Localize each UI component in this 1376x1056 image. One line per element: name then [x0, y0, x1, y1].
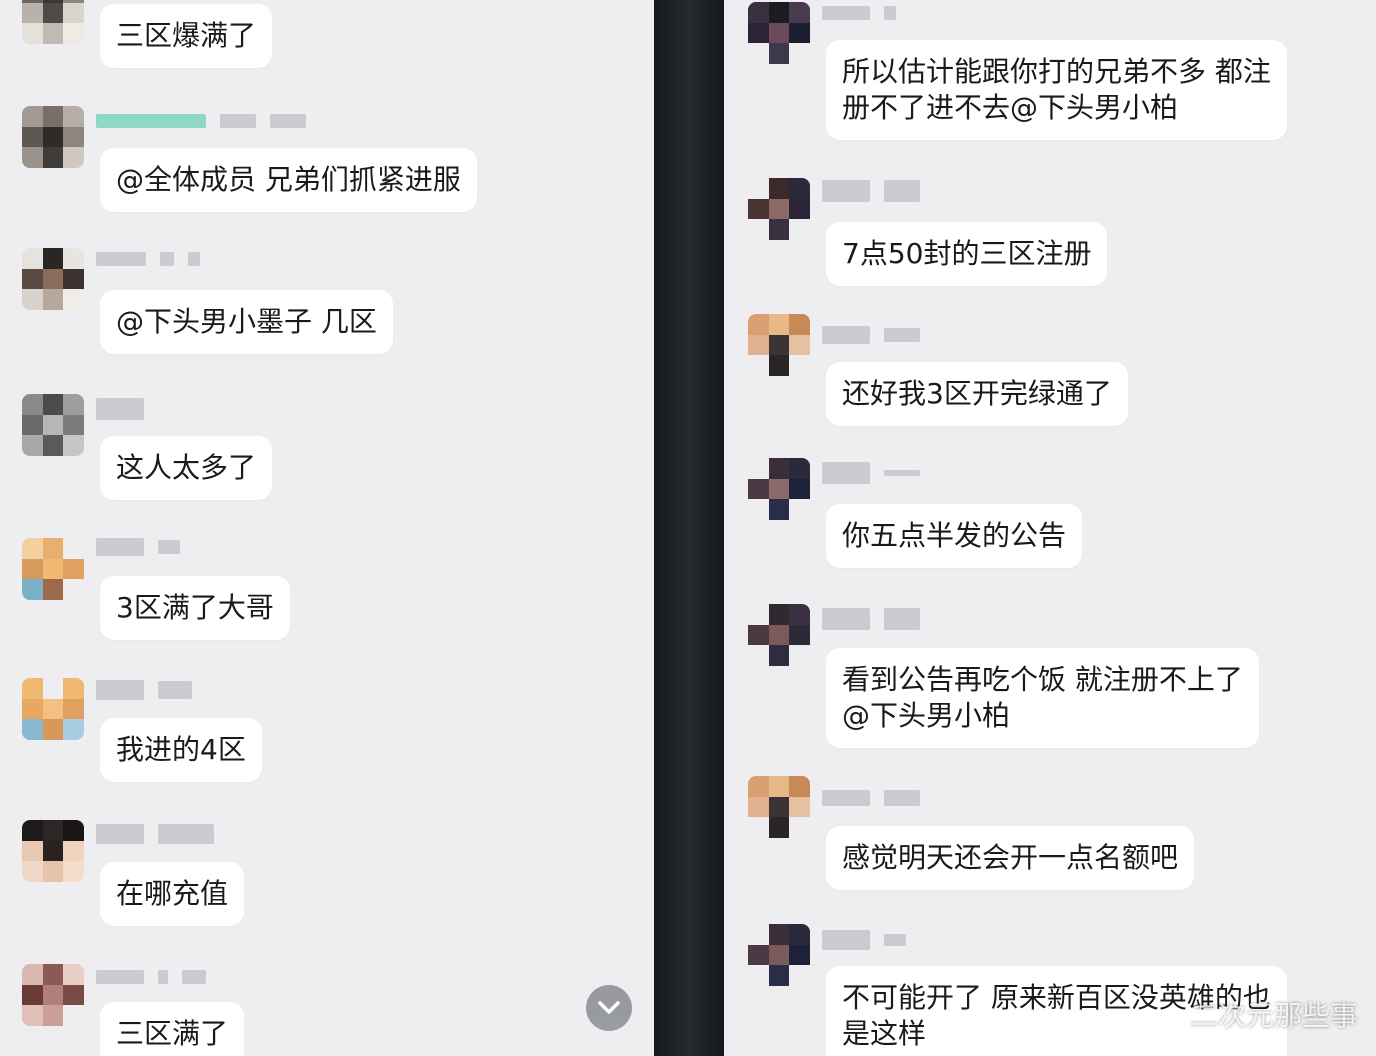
avatar[interactable]	[748, 178, 810, 240]
message-bubble[interactable]: 你五点半发的公告	[826, 504, 1083, 568]
message-bubble[interactable]: @下头男小墨子 几区	[100, 290, 393, 354]
sender-name-blurred	[96, 252, 200, 266]
avatar[interactable]	[22, 538, 84, 600]
avatar[interactable]	[22, 394, 84, 456]
message-bubble[interactable]: 这人太多了	[100, 436, 273, 500]
message-bubble[interactable]: 我进的4区	[100, 718, 262, 782]
message-bubble[interactable]: @全体成员 兄弟们抓紧进服	[100, 148, 477, 212]
message-bubble[interactable]: 所以估计能跟你打的兄弟不多 都注 册不了进不去@下头男小柏	[826, 40, 1287, 140]
screenshot-divider	[654, 0, 724, 1056]
avatar[interactable]	[748, 458, 810, 520]
sender-name-blurred	[822, 6, 896, 20]
sender-name-blurred	[96, 680, 192, 700]
left-chat-panel: 三区爆满了 @全体成员 兄弟们抓紧进服 @下头男小墨子 几区 这人太多了 3区满…	[0, 0, 654, 1056]
sender-name-blurred	[822, 608, 920, 630]
avatar[interactable]	[748, 776, 810, 838]
avatar[interactable]	[22, 106, 84, 168]
sender-name-blurred	[96, 970, 206, 984]
sender-name-blurred	[96, 538, 180, 556]
avatar[interactable]	[22, 964, 84, 1026]
sender-name-blurred	[822, 462, 920, 484]
chevron-down-icon	[598, 1001, 620, 1014]
scroll-down-button[interactable]	[586, 985, 632, 1031]
avatar[interactable]	[748, 924, 810, 986]
watermark: 二次元那些事	[1189, 999, 1358, 1032]
sender-name-blurred	[822, 790, 920, 806]
message-bubble[interactable]: 三区爆满了	[100, 4, 273, 68]
avatar[interactable]	[22, 820, 84, 882]
avatar[interactable]	[748, 2, 810, 64]
right-chat-panel: 所以估计能跟你打的兄弟不多 都注 册不了进不去@下头男小柏 7点50封的三区注册…	[724, 0, 1376, 1056]
avatar[interactable]	[22, 678, 84, 740]
message-bubble[interactable]: 3区满了大哥	[100, 576, 290, 640]
sender-name-blurred	[822, 930, 906, 950]
avatar[interactable]	[22, 0, 84, 44]
avatar[interactable]	[748, 604, 810, 666]
avatar[interactable]	[22, 248, 84, 310]
message-bubble[interactable]: 三区满了	[100, 1002, 245, 1056]
avatar[interactable]	[748, 314, 810, 376]
sender-name-blurred	[96, 114, 306, 128]
sender-name-blurred	[822, 180, 920, 202]
message-bubble[interactable]: 看到公告再吃个饭 就注册不上了 @下头男小柏	[826, 648, 1259, 748]
message-bubble[interactable]: 还好我3区开完绿通了	[826, 362, 1128, 426]
sender-name-blurred	[96, 398, 144, 420]
message-bubble[interactable]: 在哪充值	[100, 862, 245, 926]
sender-name-blurred	[96, 824, 214, 844]
sender-name-blurred	[822, 326, 920, 344]
message-bubble[interactable]: 7点50封的三区注册	[826, 222, 1108, 286]
message-bubble[interactable]: 感觉明天还会开一点名额吧	[826, 826, 1195, 890]
